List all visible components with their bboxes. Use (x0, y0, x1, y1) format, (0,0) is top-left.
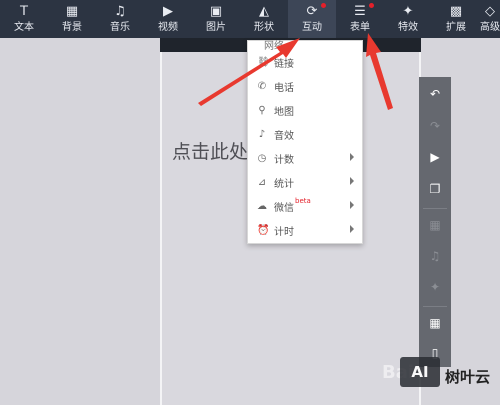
tool-label: 表单 (350, 21, 370, 33)
chevron-right-icon (350, 201, 354, 209)
toolbar-divider (423, 208, 447, 209)
menu-item-label: 计时 (274, 226, 294, 238)
chart-icon: ⊿ (257, 176, 267, 188)
play-button[interactable]: ▶ (419, 142, 451, 172)
sound-icon: ♪ (258, 128, 266, 140)
tool-background[interactable]: ▦ 背景 (48, 0, 96, 38)
copy-button[interactable]: ❐ (419, 174, 451, 204)
tool-music[interactable]: ♫ 音乐 (96, 0, 144, 38)
notification-dot (321, 3, 326, 8)
tool-extend[interactable]: ▩ 扩展 (432, 0, 480, 38)
play-icon: ▶ (430, 150, 440, 164)
copy-icon: ❐ (429, 182, 441, 196)
toolbar-divider (423, 306, 447, 307)
video-icon: ▶ (163, 3, 173, 19)
menu-item-label: 计数 (274, 154, 294, 166)
menu-item-timer[interactable]: ⏰ 计时 (248, 218, 362, 242)
tool-text[interactable]: Ｔ 文本 (0, 0, 48, 38)
tool-label: 扩展 (446, 21, 466, 33)
menu-item-label: 电话 (274, 82, 294, 94)
left-panel (0, 38, 160, 405)
menu-item-label: 音效 (274, 130, 294, 142)
grid-icon: ▦ (429, 218, 441, 232)
tool-label: 互动 (302, 21, 322, 33)
tool-effects[interactable]: ✦ 特效 (384, 0, 432, 38)
menu-item-label: 地图 (274, 106, 294, 118)
tool-shape[interactable]: ◭ 形状 (240, 0, 288, 38)
tool-label: 形状 (254, 21, 274, 33)
shape-icon: ◭ (259, 3, 269, 19)
tool-form[interactable]: ☰ 表单 (336, 0, 384, 38)
pin-icon: ✦ (429, 280, 441, 294)
redo-icon: ↷ (429, 119, 441, 133)
link-icon: ⛓ (257, 56, 270, 68)
interaction-dropdown: 网络 ⛓ 链接 ✆ 电话 ⚲ 地图 ♪ 音效 ◷ 计数 ⊿ 统计 ☁ 微信 be… (247, 40, 363, 244)
tool-image[interactable]: ▣ 图片 (192, 0, 240, 38)
music-icon: ♫ (429, 249, 441, 263)
redo-button[interactable]: ↷ (419, 111, 451, 141)
text-icon: Ｔ (17, 3, 31, 19)
undo-button[interactable]: ↶ (419, 79, 451, 109)
menu-item-label: 链接 (274, 58, 294, 70)
tool-label: 特效 (398, 21, 418, 33)
tool-interaction[interactable]: ⟳ 互动 (288, 0, 336, 38)
map-pin-icon: ⚲ (258, 104, 266, 116)
chevron-right-icon (350, 153, 354, 161)
table-icon: ▦ (429, 316, 441, 330)
table-button[interactable]: ▦ (419, 308, 451, 338)
tool-label: 音乐 (110, 21, 130, 33)
watermark-logo: AI (400, 357, 440, 387)
menu-item-wechat[interactable]: ☁ 微信 beta (248, 194, 362, 218)
chevron-right-icon (350, 177, 354, 185)
watermark-text: 树叶云 (445, 368, 491, 386)
alarm-icon: ⏰ (257, 224, 270, 236)
menu-item-phone[interactable]: ✆ 电话 (248, 74, 362, 98)
menu-item-sound[interactable]: ♪ 音效 (248, 122, 362, 146)
chevron-right-icon (350, 225, 354, 233)
tool-label: 图片 (206, 21, 226, 33)
tool-label: 高级 (480, 21, 500, 33)
pin-icon: ✦ (402, 3, 414, 19)
tool-label: 视频 (158, 21, 178, 33)
wechat-icon: ☁ (257, 200, 267, 212)
menu-item-label: 统计 (274, 178, 294, 190)
menu-item-counter[interactable]: ◷ 计数 (248, 146, 362, 170)
tool-label: 文本 (14, 21, 34, 33)
menu-item-map[interactable]: ⚲ 地图 (248, 98, 362, 122)
menu-item-label: 微信 (274, 202, 294, 214)
image-icon: ▣ (209, 3, 223, 19)
menu-item-statistics[interactable]: ⊿ 统计 (248, 170, 362, 194)
clock-icon: ◷ (257, 152, 267, 164)
diamond-icon: ◇ (485, 3, 495, 19)
apps-icon: ▩ (449, 3, 463, 19)
tool-advanced[interactable]: ◇ 高级 (480, 0, 500, 38)
tool-label: 背景 (62, 21, 82, 33)
music-button[interactable]: ♫ (419, 241, 451, 271)
effects-button[interactable]: ✦ (419, 272, 451, 302)
menu-item-link[interactable]: ⛓ 链接 (248, 50, 362, 74)
notification-dot (369, 3, 374, 8)
right-toolbar: ↶ ↷ ▶ ❐ ▦ ♫ ✦ ▦ ▯ (419, 77, 451, 367)
tool-video[interactable]: ▶ 视频 (144, 0, 192, 38)
top-toolbar: Ｔ 文本 ▦ 背景 ♫ 音乐 ▶ 视频 ▣ 图片 ◭ 形状 ⟳ 互动 ☰ 表单 … (0, 0, 500, 38)
canvas-hint-text[interactable]: 点击此处 (172, 137, 248, 164)
grid-button[interactable]: ▦ (419, 210, 451, 240)
undo-icon: ↶ (429, 87, 441, 101)
music-icon: ♫ (114, 3, 126, 19)
beta-badge: beta (295, 197, 311, 205)
phone-icon: ✆ (257, 80, 267, 92)
refresh-icon: ⟳ (306, 3, 318, 19)
list-icon: ☰ (354, 3, 366, 19)
grid-icon: ▦ (65, 3, 79, 19)
